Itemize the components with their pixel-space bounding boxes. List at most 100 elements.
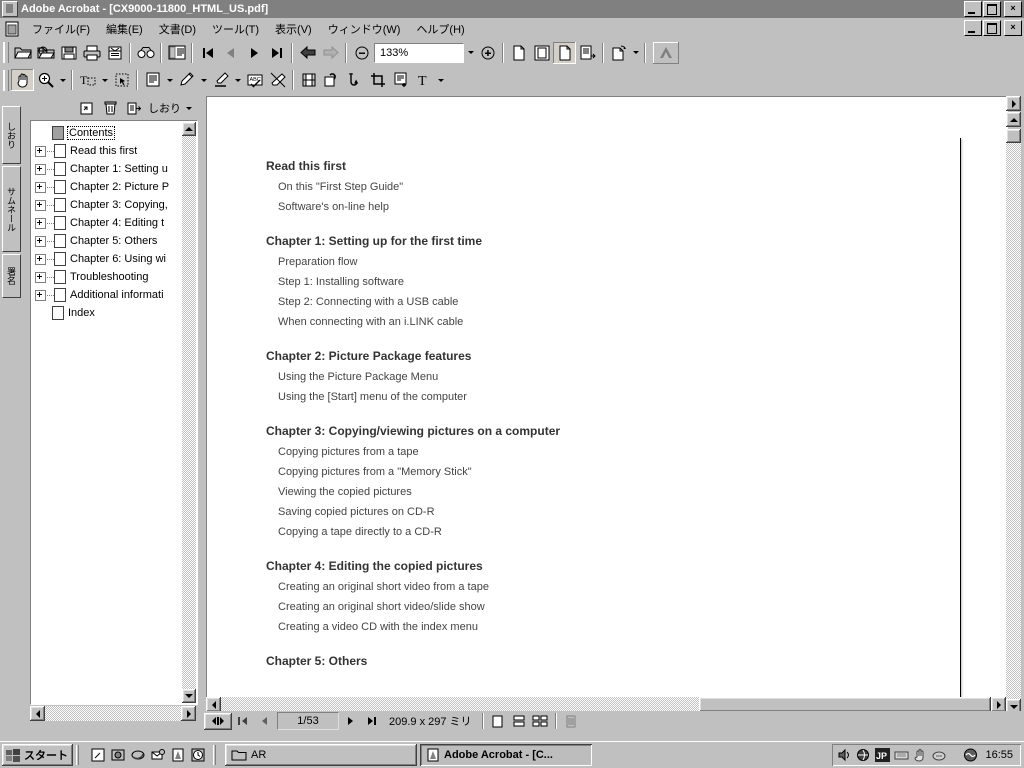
- document-vscrollbar[interactable]: [1006, 96, 1021, 714]
- touchup-dropdown-icon[interactable]: [435, 69, 446, 91]
- menu-edit[interactable]: 編集(E): [98, 19, 151, 39]
- actual-size-icon[interactable]: [507, 42, 530, 64]
- taskbar-button-ar[interactable]: AR: [225, 744, 417, 766]
- internet-explorer-icon[interactable]: [128, 745, 148, 765]
- nav-tab-bookmarks[interactable]: しおり: [2, 106, 21, 164]
- document-viewport[interactable]: Read this first On this "First Step Guid…: [206, 96, 1008, 716]
- list-item[interactable]: Chapter 6: Using wi: [31, 250, 197, 268]
- rotate-dropdown-icon[interactable]: [630, 42, 641, 64]
- section-item[interactable]: Using the [Start] menu of the computer: [278, 391, 960, 403]
- document-control-icon[interactable]: [4, 21, 20, 37]
- zoom-level-field[interactable]: 133%: [374, 42, 464, 63]
- page-number-field[interactable]: 1/53: [277, 712, 339, 730]
- highlight-tool-icon[interactable]: [209, 69, 232, 91]
- menu-document[interactable]: 文書(D): [151, 19, 204, 39]
- toolbar-grip-2[interactable]: [3, 70, 9, 91]
- text-select-icon[interactable]: T: [76, 69, 99, 91]
- scroll-down-button[interactable]: [182, 689, 196, 703]
- list-item[interactable]: Read this first: [31, 142, 197, 160]
- zoom-tool-dropdown-icon[interactable]: [57, 69, 68, 91]
- highlight-tool-dropdown-icon[interactable]: [232, 69, 243, 91]
- expand-icon[interactable]: [35, 199, 46, 211]
- scroll-track[interactable]: [45, 706, 181, 721]
- expand-icon[interactable]: [35, 235, 46, 247]
- scroll-thumb[interactable]: [699, 697, 991, 712]
- bookmarks-hscrollbar[interactable]: [30, 706, 196, 721]
- adobe-online-icon[interactable]: [653, 42, 679, 64]
- touchup-text-icon[interactable]: T: [412, 69, 435, 91]
- scroll-thumb[interactable]: [1006, 129, 1021, 143]
- trash-icon[interactable]: [100, 99, 120, 117]
- expand-icon[interactable]: [35, 163, 46, 175]
- last-page-button[interactable]: [362, 713, 382, 730]
- save-icon[interactable]: [57, 42, 80, 64]
- new-bookmark-icon[interactable]: [76, 99, 96, 117]
- bookmark-properties-icon[interactable]: [124, 99, 144, 117]
- note-tool-icon[interactable]: [141, 69, 164, 91]
- link-tool-icon[interactable]: [320, 69, 343, 91]
- mdi-minimize-button[interactable]: [964, 20, 982, 36]
- outlook-express-icon[interactable]: [148, 745, 168, 765]
- clock-icon[interactable]: [188, 745, 208, 765]
- scroll-up-button[interactable]: [1006, 96, 1021, 111]
- zoom-in-icon[interactable]: [476, 42, 499, 64]
- expand-icon[interactable]: [35, 253, 46, 265]
- show-desktop-icon[interactable]: [88, 745, 108, 765]
- hand-tool-icon[interactable]: [11, 69, 34, 91]
- article-tool-icon[interactable]: [343, 69, 366, 91]
- ime-pad-icon[interactable]: [893, 747, 909, 763]
- scroll-track[interactable]: [1006, 143, 1021, 699]
- fit-width-icon[interactable]: [553, 41, 576, 64]
- first-page-icon[interactable]: [196, 42, 219, 64]
- list-item[interactable]: Chapter 3: Copying,: [31, 196, 197, 214]
- open-icon[interactable]: [11, 42, 34, 64]
- mdi-close-button[interactable]: ×: [1004, 20, 1022, 36]
- network-icon[interactable]: [855, 747, 871, 763]
- section-item[interactable]: Copying pictures from a "Memory Stick": [278, 466, 960, 478]
- form-tool-icon[interactable]: [389, 69, 412, 91]
- note-tool-dropdown-icon[interactable]: [164, 69, 175, 91]
- taskbar-clock[interactable]: 16:55: [981, 749, 1017, 761]
- expand-icon[interactable]: [35, 271, 46, 283]
- section-item[interactable]: Step 1: Installing software: [278, 276, 960, 288]
- list-item[interactable]: Chapter 1: Setting u: [31, 160, 197, 178]
- list-item[interactable]: Chapter 5: Others: [31, 232, 197, 250]
- menu-view[interactable]: 表示(V): [267, 19, 320, 39]
- nav-tab-thumbnails[interactable]: サムネール: [2, 166, 21, 252]
- chevron-down-icon[interactable]: [183, 97, 194, 119]
- continuous-facing-view-button[interactable]: [530, 713, 550, 730]
- volume-icon[interactable]: [836, 747, 852, 763]
- bookmarks-vscrollbar[interactable]: [182, 122, 196, 703]
- section-item[interactable]: Preparation flow: [278, 256, 960, 268]
- rotate-page-icon[interactable]: [607, 42, 630, 64]
- fit-page-icon[interactable]: [530, 42, 553, 64]
- section-item[interactable]: On this "First Step Guide": [278, 181, 960, 193]
- section-item[interactable]: Saving copied pictures on CD-R: [278, 506, 960, 518]
- list-item[interactable]: Chapter 2: Picture P: [31, 178, 197, 196]
- go-back-icon[interactable]: [296, 42, 319, 64]
- next-page-button[interactable]: [341, 713, 361, 730]
- pencil-tool-dropdown-icon[interactable]: [198, 69, 209, 91]
- scroll-left-button[interactable]: [30, 706, 45, 721]
- list-item[interactable]: Chapter 4: Editing t: [31, 214, 197, 232]
- print-icon[interactable]: [80, 42, 103, 64]
- taskbar-button-acrobat[interactable]: Adobe Acrobat - [C...: [420, 744, 592, 766]
- section-item[interactable]: Using the Picture Package Menu: [278, 371, 960, 383]
- window-controls[interactable]: ×: [963, 1, 1022, 17]
- resize-grip[interactable]: [561, 713, 581, 730]
- navigation-pane-toggle[interactable]: [204, 712, 232, 730]
- ime-hand-icon[interactable]: [912, 747, 928, 763]
- expand-icon[interactable]: [35, 217, 46, 229]
- email-icon[interactable]: [103, 42, 126, 64]
- media-player-icon[interactable]: [108, 745, 128, 765]
- menu-file[interactable]: ファイル(F): [24, 19, 98, 39]
- menu-help[interactable]: ヘルプ(H): [408, 19, 472, 39]
- acrobat-icon[interactable]: [168, 745, 188, 765]
- expand-icon[interactable]: [35, 289, 46, 301]
- scroll-track-left[interactable]: [221, 697, 699, 712]
- section-item[interactable]: Creating an original short video/slide s…: [278, 601, 960, 613]
- object-select-icon[interactable]: [110, 69, 133, 91]
- expand-icon[interactable]: [35, 145, 46, 157]
- single-page-view-button[interactable]: [488, 713, 508, 730]
- zoom-dropdown-icon[interactable]: [465, 42, 476, 64]
